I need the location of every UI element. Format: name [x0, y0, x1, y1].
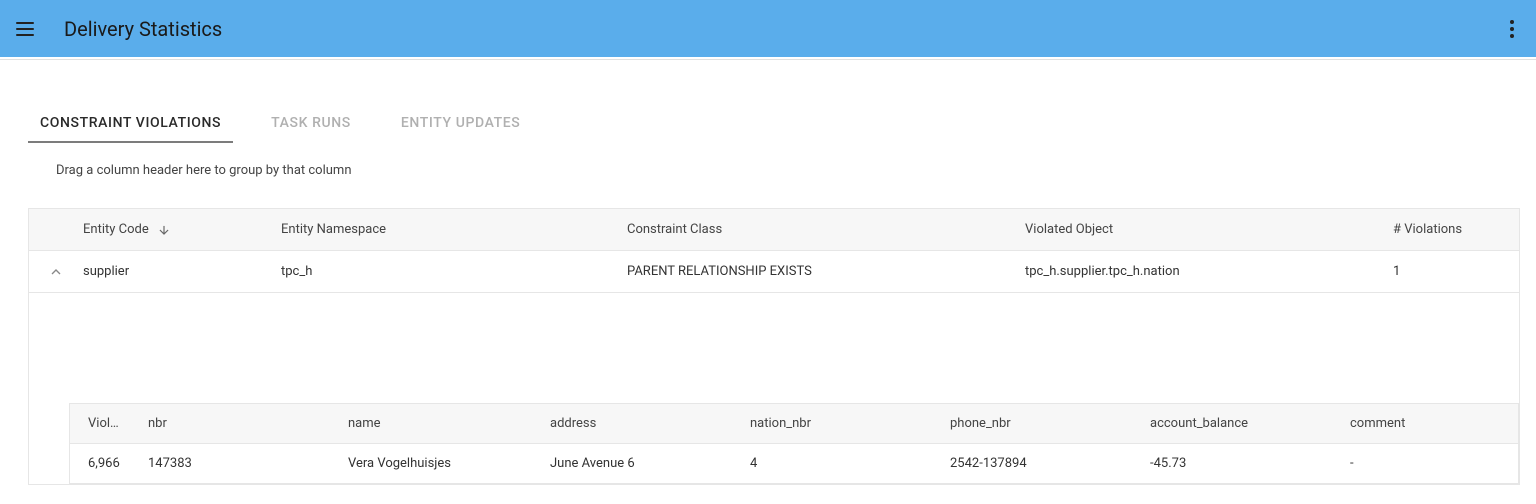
- cell-violated-object: tpc_h.supplier.tpc_h.nation: [1025, 264, 1393, 279]
- header-divider: [0, 59, 1536, 60]
- group-by-hint[interactable]: Drag a column header here to group by th…: [12, 143, 1536, 196]
- hamburger-menu-icon[interactable]: [16, 17, 40, 41]
- cell-entity-code: supplier: [83, 264, 281, 279]
- page-title: Delivery Statistics: [64, 17, 222, 41]
- tab-constraint-violations[interactable]: CONSTRAINT VIOLATIONS: [40, 115, 221, 143]
- more-options-icon[interactable]: [1504, 14, 1520, 44]
- detail-cell-phone-nbr: 2542-137894: [950, 456, 1150, 471]
- collapse-row-icon[interactable]: [29, 264, 83, 280]
- cell-violations-count: 1: [1393, 264, 1519, 279]
- column-header-violations-count[interactable]: # Violations: [1393, 222, 1519, 237]
- detail-cell-address: June Avenue 6: [550, 456, 750, 471]
- tab-entity-updates[interactable]: ENTITY UPDATES: [401, 115, 520, 143]
- detail-cell-name: Vera Vogelhuisjes: [348, 456, 550, 471]
- detail-cell-nation-nbr: 4: [750, 456, 950, 471]
- violations-table: Entity Code Entity Namespace Constraint …: [28, 208, 1520, 485]
- detail-row[interactable]: 6,966 147383 Vera Vogelhuisjes June Aven…: [70, 444, 1518, 484]
- content-area: CONSTRAINT VIOLATIONS TASK RUNS ENTITY U…: [0, 115, 1536, 485]
- detail-column-nbr[interactable]: nbr: [148, 416, 348, 431]
- detail-column-address[interactable]: address: [550, 416, 750, 431]
- detail-column-nation-nbr[interactable]: nation_nbr: [750, 416, 950, 431]
- detail-cell-comment: -: [1350, 456, 1518, 471]
- app-bar: Delivery Statistics: [0, 0, 1536, 57]
- column-header-constraint-class[interactable]: Constraint Class: [627, 222, 1025, 237]
- tab-bar: CONSTRAINT VIOLATIONS TASK RUNS ENTITY U…: [12, 115, 1536, 143]
- detail-table: Viol… nbr name address nation_nbr phone_…: [69, 403, 1519, 484]
- detail-column-comment[interactable]: comment: [1350, 416, 1518, 431]
- detail-column-phone-nbr[interactable]: phone_nbr: [950, 416, 1150, 431]
- cell-entity-namespace: tpc_h: [281, 264, 627, 279]
- detail-column-name[interactable]: name: [348, 416, 550, 431]
- detail-column-viol[interactable]: Viol…: [70, 416, 148, 431]
- detail-column-account-balance[interactable]: account_balance: [1150, 416, 1350, 431]
- column-header-violated-object[interactable]: Violated Object: [1025, 222, 1393, 237]
- cell-constraint-class: PARENT RELATIONSHIP EXISTS: [627, 264, 1025, 279]
- detail-cell-viol: 6,966: [70, 456, 148, 471]
- detail-cell-account-balance: -45.73: [1150, 456, 1350, 471]
- column-header-label: Entity Code: [83, 222, 149, 237]
- sort-descending-icon: [157, 223, 171, 237]
- table-row[interactable]: supplier tpc_h PARENT RELATIONSHIP EXIST…: [29, 251, 1519, 293]
- column-header-entity-code[interactable]: Entity Code: [83, 222, 281, 237]
- detail-cell-nbr: 147383: [148, 456, 348, 471]
- table-header-row: Entity Code Entity Namespace Constraint …: [29, 209, 1519, 251]
- tab-task-runs[interactable]: TASK RUNS: [271, 115, 351, 143]
- column-header-entity-namespace[interactable]: Entity Namespace: [281, 222, 627, 237]
- detail-header-row: Viol… nbr name address nation_nbr phone_…: [70, 404, 1518, 444]
